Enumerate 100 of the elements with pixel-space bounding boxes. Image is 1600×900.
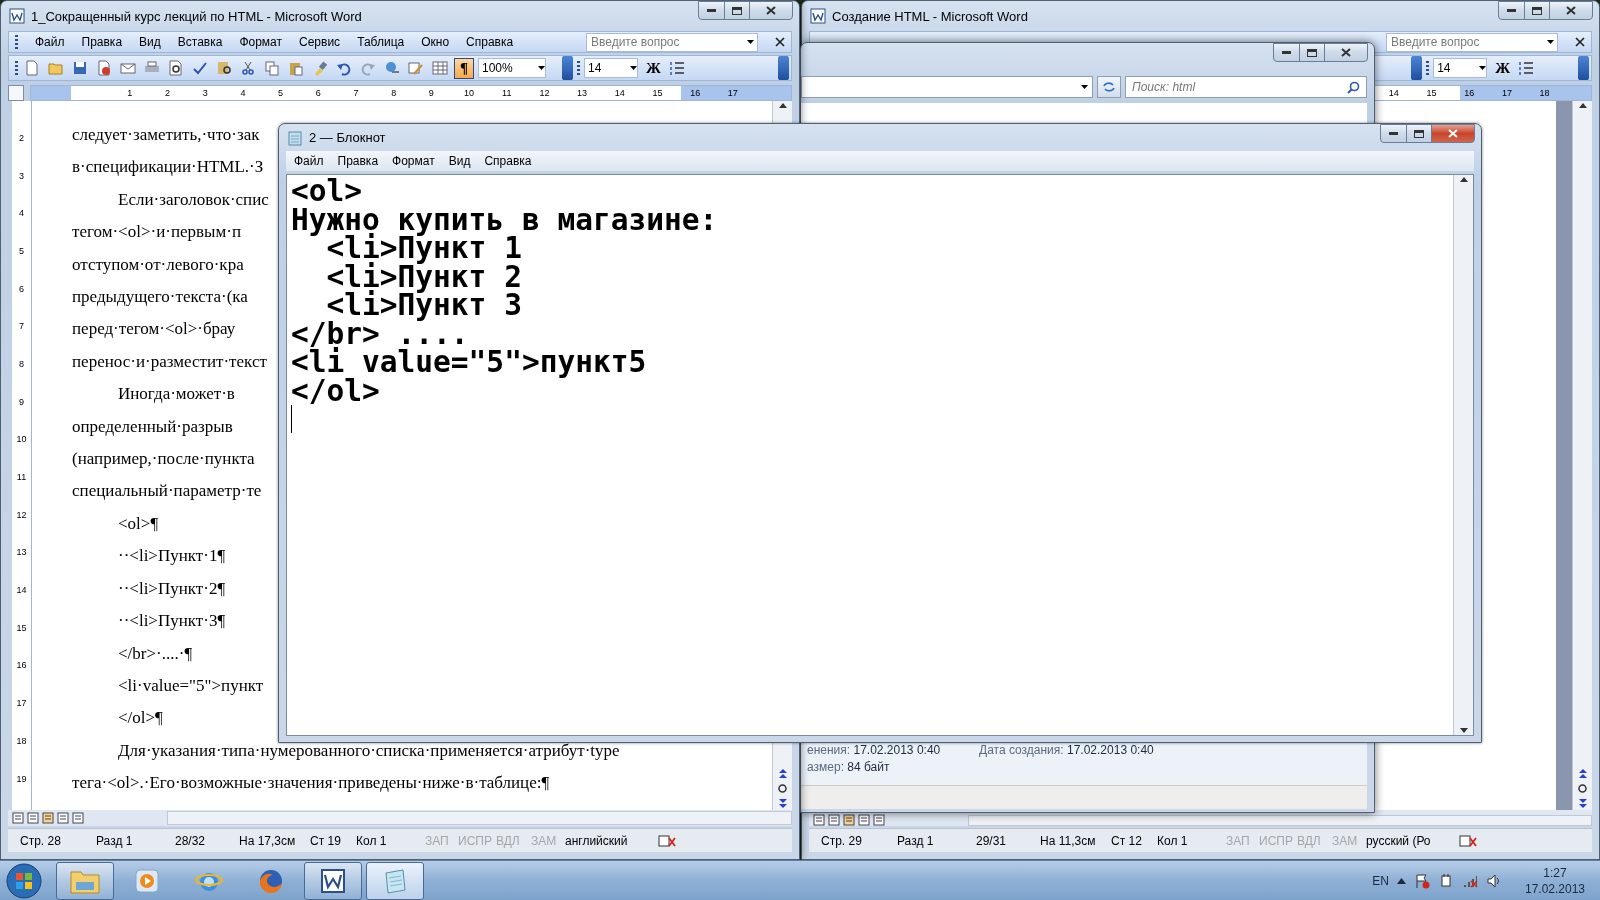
document-w-icon[interactable] <box>320 867 346 894</box>
scrollbar[interactable] <box>1572 101 1592 810</box>
bold-button[interactable]: Ж <box>1491 58 1514 78</box>
minimize-button[interactable] <box>698 1 725 20</box>
clipboard-icon[interactable] <box>288 60 304 76</box>
spell-check-icon[interactable] <box>192 60 208 76</box>
book-search-icon[interactable] <box>216 60 232 76</box>
close-button[interactable] <box>1549 1 1593 20</box>
close-icon[interactable] <box>1575 37 1585 47</box>
flag-icon[interactable] <box>1414 872 1430 889</box>
dropdown-arrow-icon[interactable] <box>630 66 637 70</box>
speaker-icon[interactable] <box>1486 872 1502 889</box>
menu-item[interactable]: Вид <box>139 35 161 49</box>
web-view-icon[interactable] <box>828 814 840 826</box>
power-plug-icon[interactable] <box>1438 872 1454 889</box>
font-size-field[interactable]: 14 <box>1433 58 1488 78</box>
question-field[interactable]: Введите вопрос <box>586 32 758 52</box>
outline-view-icon[interactable] <box>57 812 69 824</box>
menu-item[interactable]: Файл <box>294 154 324 168</box>
scrollbar[interactable] <box>167 811 792 825</box>
menu-item[interactable]: Вид <box>448 154 471 168</box>
search-field[interactable]: Поиск: html <box>1125 76 1367 98</box>
close-icon[interactable] <box>775 37 785 47</box>
menu-item[interactable]: Правка <box>337 154 379 168</box>
numbered-list-icon[interactable] <box>668 60 685 76</box>
menu-item[interactable]: Вставка <box>177 35 223 49</box>
font-size-field[interactable]: 14 <box>584 58 638 78</box>
language-indicator[interactable]: EN <box>1372 873 1389 888</box>
zoom-field[interactable]: 100% <box>478 58 546 78</box>
normal-view-icon[interactable] <box>12 812 24 824</box>
address-field[interactable] <box>801 76 1093 98</box>
minimize-button[interactable] <box>1273 43 1300 62</box>
menu-item[interactable]: Сервис <box>299 35 341 49</box>
toolbar-options-button[interactable] <box>562 56 573 80</box>
menu-item[interactable]: Файл <box>35 35 65 49</box>
normal-view-icon[interactable] <box>813 814 825 826</box>
up-arrow-icon[interactable] <box>1459 177 1468 182</box>
up-arrow-icon[interactable] <box>778 103 787 108</box>
outline-view-icon[interactable] <box>858 814 870 826</box>
maximize-button[interactable] <box>1406 124 1432 143</box>
menu-item[interactable]: Справка <box>466 35 514 49</box>
globe-link-icon[interactable] <box>384 60 400 76</box>
next-page-icon[interactable] <box>778 799 787 808</box>
menu-item[interactable]: Окно <box>421 35 450 49</box>
paintbrush-icon[interactable] <box>312 60 328 76</box>
browse-object-icon[interactable] <box>778 784 787 793</box>
maximize-button[interactable] <box>1524 1 1550 20</box>
previous-page-icon[interactable] <box>778 769 787 778</box>
dropdown-arrow-icon[interactable] <box>747 40 754 44</box>
browse-object-icon[interactable] <box>1578 784 1587 793</box>
bold-button[interactable]: Ж <box>642 58 665 78</box>
previous-page-icon[interactable] <box>1578 769 1587 778</box>
scissors-icon[interactable] <box>240 60 256 76</box>
numbered-list-icon[interactable] <box>1518 60 1534 76</box>
scrollbar[interactable] <box>1453 175 1473 735</box>
next-page-icon[interactable] <box>1578 799 1587 808</box>
down-arrow-icon[interactable] <box>1459 728 1468 733</box>
menu-item[interactable]: Формат <box>239 35 283 49</box>
up-arrow-icon[interactable] <box>1578 103 1587 108</box>
maximize-button[interactable] <box>724 1 750 20</box>
minimize-button[interactable] <box>1380 124 1407 143</box>
close-button[interactable] <box>1324 43 1368 62</box>
start-button[interactable] <box>4 861 44 900</box>
dropdown-arrow-icon[interactable] <box>1081 85 1088 89</box>
table-icon[interactable] <box>432 60 448 76</box>
formatting-marks-button[interactable]: ¶ <box>454 57 474 79</box>
dropdown-arrow-icon[interactable] <box>1547 40 1554 44</box>
question-field[interactable]: Введите вопрос <box>1386 32 1558 52</box>
reading-view-icon[interactable] <box>873 814 885 826</box>
show-hidden-icons-button[interactable] <box>1397 877 1406 884</box>
dropdown-arrow-icon[interactable] <box>538 66 545 70</box>
menu-item[interactable]: Таблица <box>357 35 405 49</box>
dropdown-arrow-icon[interactable] <box>1479 66 1487 70</box>
copy-icon[interactable] <box>264 60 280 76</box>
close-button[interactable] <box>749 1 793 20</box>
taskbar-button[interactable] <box>56 861 114 900</box>
scrollbar[interactable] <box>968 815 1592 826</box>
toolbar-options-button[interactable] <box>1411 56 1423 80</box>
taskbar-button[interactable] <box>304 861 362 900</box>
new-document-icon[interactable] <box>24 60 40 76</box>
taskbar-button[interactable] <box>366 861 424 900</box>
clock[interactable]: 1:27 17.02.2013 <box>1520 865 1590 896</box>
table-pencil-icon[interactable] <box>408 60 424 76</box>
print-layout-icon[interactable] <box>843 814 855 826</box>
toolbar-options-button[interactable] <box>1578 56 1589 80</box>
toolbar-options-button[interactable] <box>778 56 789 80</box>
envelope-icon[interactable] <box>120 60 136 76</box>
print-layout-icon[interactable] <box>42 812 54 824</box>
menu-item[interactable]: Формат <box>392 154 435 168</box>
maximize-button[interactable] <box>1299 43 1325 62</box>
close-button[interactable] <box>1431 124 1475 143</box>
menu-item[interactable]: Справка <box>484 154 532 168</box>
tab-selector[interactable] <box>8 85 24 101</box>
minimize-button[interactable] <box>1498 1 1525 20</box>
refresh-button[interactable] <box>1097 76 1121 98</box>
document-stop-icon[interactable] <box>96 60 112 76</box>
print-preview-icon[interactable] <box>168 60 184 76</box>
reading-view-icon[interactable] <box>72 812 84 824</box>
web-view-icon[interactable] <box>27 812 39 824</box>
menu-item[interactable]: Правка <box>81 35 123 49</box>
